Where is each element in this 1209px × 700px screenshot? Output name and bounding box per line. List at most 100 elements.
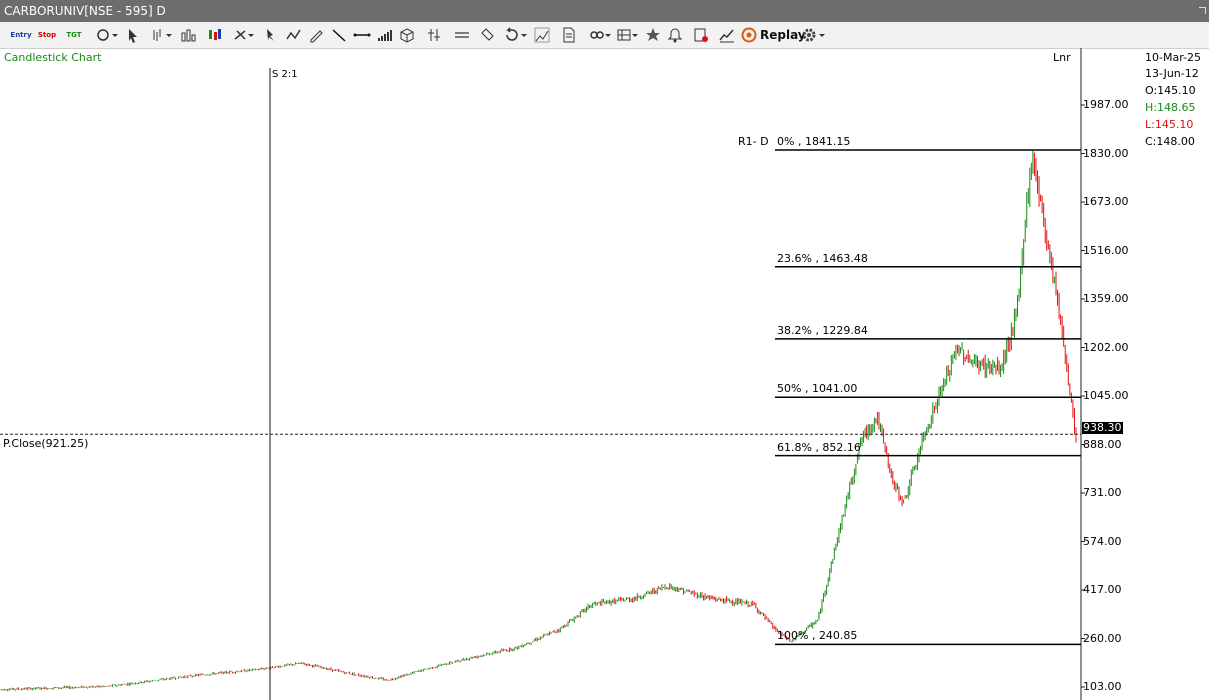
bars-button[interactable] bbox=[179, 25, 197, 45]
fibonacci-levels bbox=[775, 149, 1081, 646]
compare-icon bbox=[428, 29, 440, 41]
link-button[interactable] bbox=[588, 25, 614, 45]
scale-label[interactable]: Lnr bbox=[1053, 52, 1071, 64]
price-tick-label: 1202.00 bbox=[1083, 340, 1129, 354]
settings-button[interactable] bbox=[800, 25, 828, 45]
analysis-button[interactable] bbox=[533, 25, 551, 45]
cube-icon bbox=[400, 28, 414, 43]
target-button[interactable]: TGT bbox=[63, 25, 85, 45]
prev-close-label: P.Close(921.25) bbox=[3, 437, 89, 451]
price-tick-label: 260.00 bbox=[1083, 631, 1122, 645]
replay-label: Replay bbox=[760, 28, 806, 42]
pencil-button[interactable] bbox=[307, 25, 325, 45]
entry-label: Entry bbox=[10, 31, 32, 39]
bar-chart-type-icon bbox=[153, 29, 172, 41]
price-tick-label: 1830.00 bbox=[1083, 146, 1129, 160]
price-tick-label: 1045.00 bbox=[1083, 389, 1129, 402]
price-tick-label: 574.00 bbox=[1083, 534, 1122, 548]
candles-button[interactable] bbox=[205, 25, 223, 45]
star-icon bbox=[646, 28, 660, 41]
toolbar: Entry Stop TGT Replay bbox=[0, 22, 1209, 49]
low-value: L:145.10 bbox=[1145, 118, 1194, 131]
price-tick-label: 417.00 bbox=[1083, 583, 1122, 596]
undo-button[interactable] bbox=[503, 25, 531, 45]
window-corner-icon[interactable] bbox=[1199, 7, 1206, 14]
price-tick-label: 1987.00 bbox=[1083, 98, 1129, 111]
price-chart[interactable] bbox=[0, 48, 1209, 700]
document-button[interactable] bbox=[560, 25, 578, 45]
bell-icon bbox=[667, 28, 683, 43]
start-date: 13-Jun-12 bbox=[1145, 67, 1199, 80]
link-icon bbox=[590, 31, 611, 39]
analysis-icon bbox=[534, 27, 550, 43]
pencil-icon bbox=[310, 30, 323, 43]
window-title: CARBORUNIV[NSE - 595] D bbox=[4, 4, 166, 18]
crosshair-icon bbox=[97, 29, 118, 41]
price-tick-label: 103.00 bbox=[1083, 680, 1122, 693]
chart-area[interactable]: Candlestick Chart Lnr S 2:1 P.Close(921.… bbox=[0, 48, 1209, 700]
price-tick-label: 1516.00 bbox=[1083, 243, 1129, 257]
cube-button[interactable] bbox=[398, 25, 416, 45]
pointer-button[interactable] bbox=[124, 25, 142, 45]
chart-type-label: Candlestick Chart bbox=[4, 51, 102, 64]
candles-icon bbox=[209, 29, 221, 40]
bars-icon bbox=[181, 29, 196, 42]
layout-icon bbox=[617, 29, 638, 41]
document-icon bbox=[563, 27, 575, 43]
replay-icon bbox=[741, 27, 757, 43]
ruler-icon bbox=[481, 28, 494, 41]
title-bar: CARBORUNIV[NSE - 595] D bbox=[0, 0, 1209, 22]
fib-level-label: 100% , 240.85 bbox=[777, 629, 858, 643]
high-value: H:148.65 bbox=[1145, 101, 1196, 114]
pointer-icon bbox=[129, 29, 137, 43]
tools-button[interactable] bbox=[232, 25, 258, 45]
split-label: S 2:1 bbox=[272, 69, 298, 80]
stop-label: Stop bbox=[37, 31, 57, 39]
pin-button[interactable] bbox=[261, 25, 279, 45]
report-button[interactable] bbox=[692, 25, 710, 45]
horizontal-line-button[interactable] bbox=[352, 25, 372, 45]
horizontal-line-icon bbox=[353, 33, 371, 37]
pin-icon bbox=[267, 29, 274, 41]
layout-button[interactable] bbox=[616, 25, 642, 45]
volume-bars-icon bbox=[378, 30, 392, 41]
entry-button[interactable]: Entry bbox=[10, 25, 32, 45]
candlestick-series bbox=[0, 150, 1077, 692]
wave-button[interactable] bbox=[285, 25, 303, 45]
target-label: TGT bbox=[66, 31, 82, 39]
price-tick-label: 1359.00 bbox=[1083, 292, 1129, 305]
price-tick-label: 888.00 bbox=[1083, 437, 1122, 451]
trendline-icon bbox=[332, 29, 346, 42]
current-price-tag: 938.30 bbox=[1082, 420, 1123, 434]
report-icon bbox=[694, 28, 708, 42]
price-tick-label: 731.00 bbox=[1083, 486, 1122, 499]
wave-icon bbox=[286, 29, 301, 40]
equals-icon bbox=[455, 32, 469, 38]
fib-level-label: 50% , 1041.00 bbox=[777, 382, 858, 396]
open-value: O:145.10 bbox=[1145, 84, 1196, 97]
ruler-button[interactable] bbox=[478, 25, 496, 45]
close-value: C:148.00 bbox=[1145, 135, 1195, 148]
trendline-button[interactable] bbox=[330, 25, 348, 45]
indicator-button[interactable] bbox=[718, 25, 736, 45]
fib-level-label: 0% , 1841.15 bbox=[777, 135, 851, 149]
compare-button[interactable] bbox=[425, 25, 443, 45]
volume-button[interactable] bbox=[376, 25, 394, 45]
favorite-button[interactable] bbox=[644, 25, 662, 45]
price-tick-label: 1673.00 bbox=[1083, 195, 1129, 208]
equals-button[interactable] bbox=[452, 25, 472, 45]
chart-type-button[interactable] bbox=[150, 25, 176, 45]
cursor-mode-button[interactable] bbox=[94, 25, 122, 45]
end-date: 10-Mar-25 bbox=[1145, 51, 1201, 64]
fib-name-label: R1- D bbox=[738, 135, 769, 149]
stop-button[interactable]: Stop bbox=[36, 25, 58, 45]
gear-icon bbox=[802, 28, 825, 42]
line-chart-icon bbox=[719, 29, 734, 43]
fib-level-label: 38.2% , 1229.84 bbox=[777, 323, 868, 337]
fib-level-label: 61.8% , 852.16 bbox=[777, 440, 861, 454]
replay-button[interactable]: Replay bbox=[741, 26, 806, 44]
undo-icon bbox=[506, 27, 527, 41]
fib-level-label: 23.6% , 1463.48 bbox=[777, 251, 868, 265]
tools-icon bbox=[234, 30, 254, 40]
alert-button[interactable] bbox=[666, 25, 684, 45]
